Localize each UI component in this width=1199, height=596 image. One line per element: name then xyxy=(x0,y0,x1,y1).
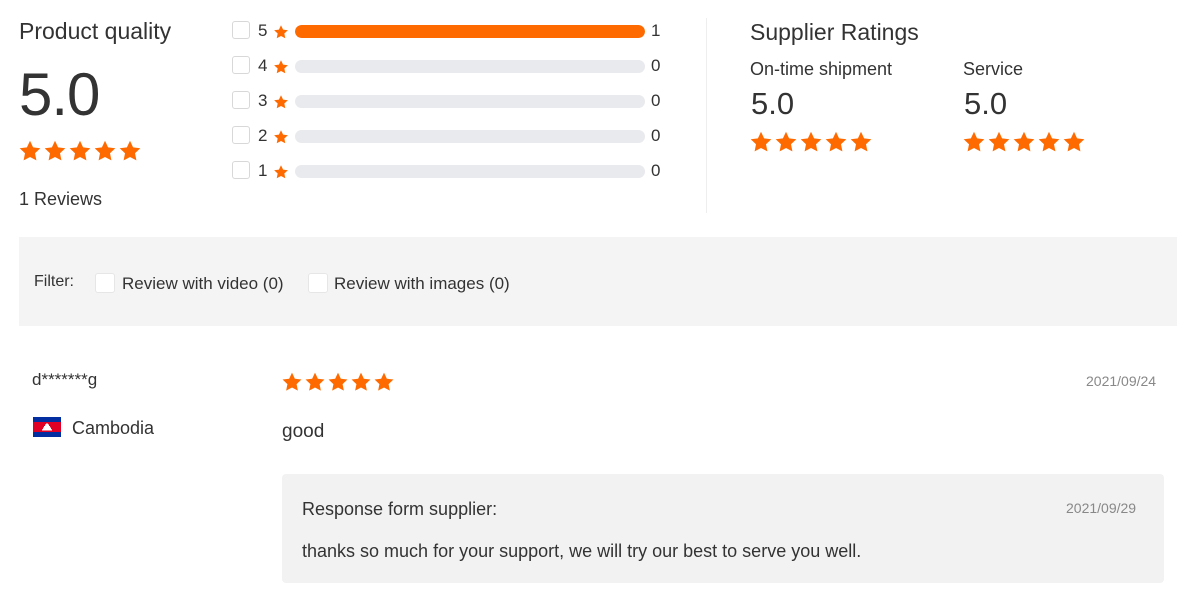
rating-level-label: 4 xyxy=(258,56,268,75)
rating-level-label: 5 xyxy=(258,21,268,40)
rating-level-label: 2 xyxy=(258,126,268,145)
cambodia-flag-icon xyxy=(33,417,61,437)
rating-count: 0 xyxy=(651,126,661,145)
rating-bar-track xyxy=(295,60,645,73)
star-icon xyxy=(1062,130,1086,154)
star-icon xyxy=(273,59,289,77)
video-filter-label[interactable]: Review with video (0) xyxy=(122,274,284,294)
on-time-shipment-label: On-time shipment xyxy=(750,59,893,79)
reviewer-country: Cambodia xyxy=(72,418,155,438)
star-icon xyxy=(824,130,848,154)
rating-row-1: 1 0 xyxy=(232,160,672,182)
supplier-ratings-title: Supplier Ratings xyxy=(750,19,919,45)
star-icon xyxy=(118,139,142,163)
service-stars xyxy=(962,130,1087,154)
star-icon xyxy=(1012,130,1036,154)
section-divider xyxy=(706,18,707,213)
star-icon xyxy=(304,371,326,393)
star-icon xyxy=(987,130,1011,154)
star-icon xyxy=(273,94,289,112)
supplier-response-text: thanks so much for your support, we will… xyxy=(302,541,862,561)
star-icon xyxy=(373,371,395,393)
service-score: 5.0 xyxy=(964,86,1008,121)
star-icon xyxy=(281,371,303,393)
star-icon xyxy=(749,130,773,154)
star-icon xyxy=(774,130,798,154)
rating-count: 0 xyxy=(651,91,661,110)
supplier-response-title: Response form supplier: xyxy=(302,499,498,519)
star-icon xyxy=(799,130,823,154)
product-quality-title: Product quality xyxy=(19,18,172,44)
rating-4-checkbox[interactable] xyxy=(232,56,250,74)
on-time-shipment-score: 5.0 xyxy=(751,86,795,121)
star-icon xyxy=(273,164,289,182)
supplier-response-date: 2021/09/29 xyxy=(1066,500,1137,516)
video-filter-checkbox[interactable] xyxy=(95,273,115,293)
star-icon xyxy=(68,139,92,163)
rating-bar-fill xyxy=(295,25,645,38)
star-icon xyxy=(350,371,372,393)
rating-bar-track xyxy=(295,130,645,143)
star-icon xyxy=(43,139,67,163)
product-quality-score: 5.0 xyxy=(19,61,100,128)
star-icon xyxy=(962,130,986,154)
rating-bar-track xyxy=(295,165,645,178)
rating-bar-track xyxy=(295,25,645,38)
reviewer-name: d*******g xyxy=(32,370,98,389)
rating-row-3: 3 0 xyxy=(232,90,672,112)
rating-2-checkbox[interactable] xyxy=(232,126,250,144)
star-icon xyxy=(273,24,289,42)
rating-row-2: 2 0 xyxy=(232,125,672,147)
star-icon xyxy=(849,130,873,154)
rating-level-label: 3 xyxy=(258,91,268,110)
rating-5-checkbox[interactable] xyxy=(232,21,250,39)
images-filter-label[interactable]: Review with images (0) xyxy=(334,274,510,294)
service-label: Service xyxy=(963,59,1024,79)
product-quality-stars xyxy=(18,139,143,163)
rating-count: 1 xyxy=(651,21,661,40)
rating-3-checkbox[interactable] xyxy=(232,91,250,109)
on-time-shipment-stars xyxy=(749,130,874,154)
review-text: good xyxy=(282,421,325,442)
supplier-response-box xyxy=(282,474,1164,583)
rating-bar-track xyxy=(295,95,645,108)
star-icon xyxy=(18,139,42,163)
rating-row-4: 4 0 xyxy=(232,55,672,77)
star-icon xyxy=(327,371,349,393)
review-date: 2021/09/24 xyxy=(1086,373,1157,389)
star-icon xyxy=(1037,130,1061,154)
rating-row-5: 5 1 xyxy=(232,20,672,42)
rating-1-checkbox[interactable] xyxy=(232,161,250,179)
images-filter-checkbox[interactable] xyxy=(308,273,328,293)
rating-count: 0 xyxy=(651,161,661,180)
filter-label: Filter: xyxy=(34,273,74,290)
rating-level-label: 1 xyxy=(258,161,268,180)
review-count: 1 Reviews xyxy=(19,189,103,209)
review-stars xyxy=(281,371,396,393)
rating-count: 0 xyxy=(651,56,661,75)
star-icon xyxy=(273,129,289,147)
star-icon xyxy=(93,139,117,163)
